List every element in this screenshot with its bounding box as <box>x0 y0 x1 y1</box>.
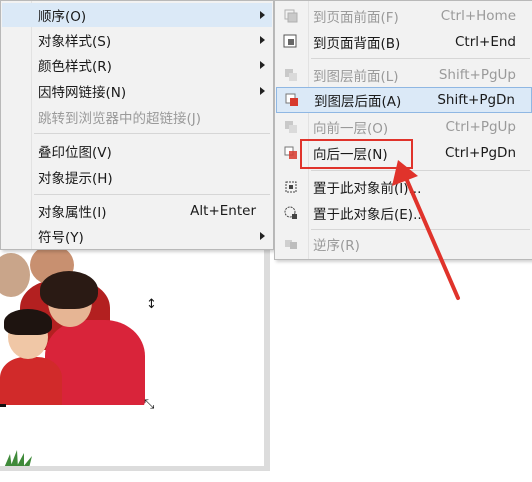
photo-figure-girl-hair <box>4 309 52 335</box>
submenu-arrow-icon <box>260 61 265 69</box>
menu-separator <box>311 170 530 171</box>
photo-figure-girl-body <box>0 357 62 405</box>
menu-item-to-layer-front[interactable]: 到图层前面(L) Shift+PgUp <box>276 63 532 87</box>
menu-item-forward-one[interactable]: 向前一层(O) Ctrl+PgUp <box>276 115 532 139</box>
menu-item-symbol[interactable]: 符号(Y) <box>2 224 272 248</box>
menu-item-label: 到页面前面(F) <box>313 10 399 26</box>
menu-item-label: 向前一层(O) <box>313 121 389 137</box>
to-layer-front-icon <box>285 69 297 81</box>
menu-item-label: 顺序(O) <box>38 9 87 25</box>
annotation-highlight-box <box>300 139 413 169</box>
menu-separator <box>34 194 270 195</box>
resize-handle-top-right[interactable]: ↕ <box>146 298 157 311</box>
menu-item-in-front-of[interactable]: 置于此对象前(I)... <box>276 175 532 199</box>
menu-item-label: 跳转到浏览器中的超链接(J) <box>38 111 202 127</box>
menu-item-reverse-order[interactable]: 逆序(R) <box>276 232 532 256</box>
menu-item-label: 叠印位图(V) <box>38 145 112 161</box>
menu-item-shortcut: Ctrl+PgDn <box>445 145 516 161</box>
menu-item-label: 置于此对象后(E)... <box>313 207 426 223</box>
menu-item-label: 对象提示(H) <box>38 171 113 187</box>
to-page-back-icon <box>283 34 297 48</box>
selection-handle-left[interactable] <box>0 404 6 407</box>
menu-item-object-style[interactable]: 对象样式(S) <box>2 28 272 52</box>
menu-item-shortcut: Shift+PgUp <box>438 67 516 83</box>
menu-item-label: 到图层前面(L) <box>313 69 399 85</box>
to-page-front-icon <box>284 9 298 23</box>
menu-item-shortcut: Ctrl+Home <box>440 8 516 24</box>
forward-one-icon <box>285 121 297 133</box>
family-photo-object[interactable] <box>0 245 150 405</box>
photo-figure-woman-hair <box>40 271 98 309</box>
grass-decoration <box>4 450 32 468</box>
menu-item-label: 颜色样式(R) <box>38 59 112 75</box>
menu-item-jump-to-hyperlink[interactable]: 跳转到浏览器中的超链接(J) <box>2 105 272 129</box>
menu-item-label: 到页面背面(B) <box>313 36 401 52</box>
menu-item-object-properties[interactable]: 对象属性(I) Alt+Enter <box>2 199 272 223</box>
menu-item-overprint-bitmap[interactable]: 叠印位图(V) <box>2 139 272 163</box>
menu-item-behind[interactable]: 置于此对象后(E)... <box>276 201 532 225</box>
menu-item-label: 因特网链接(N) <box>38 85 127 101</box>
menu-item-label: 置于此对象前(I)... <box>313 181 422 197</box>
in-front-of-icon <box>285 181 297 193</box>
menu-item-internet-link[interactable]: 因特网链接(N) <box>2 79 272 103</box>
canvas-bottom-edge <box>0 466 270 471</box>
menu-item-label: 到图层后面(A) <box>314 94 402 110</box>
menu-item-to-layer-back[interactable]: 到图层后面(A) Shift+PgDn <box>276 87 532 113</box>
resize-handle-bottom-right[interactable]: ⤡ <box>144 398 154 411</box>
menu-item-color-style[interactable]: 颜色样式(R) <box>2 53 272 77</box>
submenu-arrow-icon <box>260 36 265 44</box>
canvas-right-edge <box>264 250 270 470</box>
menu-item-to-page-front[interactable]: 到页面前面(F) Ctrl+Home <box>276 4 532 28</box>
submenu-arrow-icon <box>260 11 265 19</box>
menu-item-shortcut: Shift+PgDn <box>437 92 515 108</box>
context-menu: 顺序(O) 对象样式(S) 颜色样式(R) 因特网链接(N) 跳转到浏览器中的超… <box>0 0 274 250</box>
submenu-arrow-icon <box>260 87 265 95</box>
back-one-icon <box>284 146 297 159</box>
menu-item-label: 对象属性(I) <box>38 205 107 221</box>
menu-item-label: 对象样式(S) <box>38 34 112 50</box>
menu-item-object-hints[interactable]: 对象提示(H) <box>2 165 272 189</box>
menu-item-label: 逆序(R) <box>313 238 360 254</box>
menu-item-shortcut: Ctrl+PgUp <box>445 119 517 135</box>
order-submenu: 到页面前面(F) Ctrl+Home 到页面背面(B) Ctrl+End 到图层… <box>274 0 532 260</box>
menu-separator <box>34 133 270 134</box>
menu-item-shortcut: Ctrl+End <box>455 34 516 50</box>
menu-item-shortcut: Alt+Enter <box>190 203 256 219</box>
menu-separator <box>311 229 530 230</box>
submenu-arrow-icon <box>260 232 265 240</box>
menu-separator <box>311 58 530 59</box>
reverse-order-icon <box>285 240 297 249</box>
to-layer-back-icon <box>285 93 298 106</box>
menu-item-order[interactable]: 顺序(O) <box>2 3 272 27</box>
menu-item-to-page-back[interactable]: 到页面背面(B) Ctrl+End <box>276 30 532 54</box>
menu-item-label: 符号(Y) <box>38 230 84 246</box>
behind-icon <box>284 206 297 219</box>
